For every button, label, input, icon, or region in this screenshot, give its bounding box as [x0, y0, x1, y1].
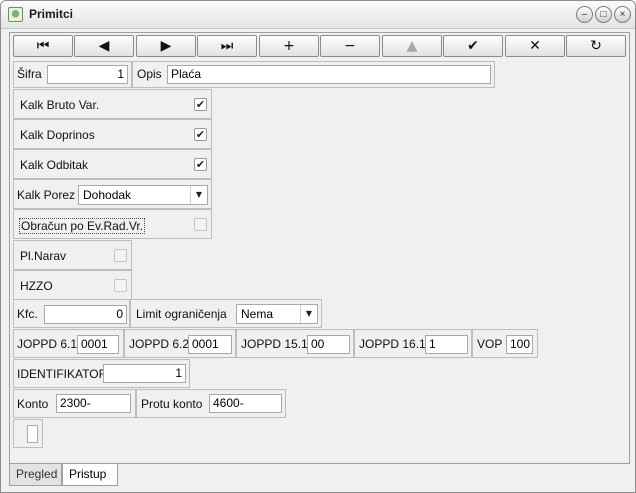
identifikator-label: IDENTIFIKATOR — [17, 367, 108, 381]
x-icon: ✕ — [529, 38, 541, 54]
cancel-edit-button[interactable]: ✕ — [505, 35, 565, 57]
joppd161-panel: JOPPD 16.1 1 — [354, 329, 472, 358]
pl-narav-checkbox[interactable] — [114, 249, 127, 262]
joppd151-label: JOPPD 15.1 — [241, 337, 308, 351]
konto-input[interactable]: 2300- — [56, 394, 131, 413]
identifikator-panel: IDENTIFIKATOR 1 — [13, 359, 190, 388]
chevron-down-icon[interactable]: ▼ — [300, 305, 317, 323]
kalk-porez-select[interactable]: Dohodak ▼ — [78, 185, 208, 205]
kalk-odbitak-row: Kalk Odbitak ✔ — [13, 149, 212, 179]
kalk-bruto-var-row: Kalk Bruto Var. ✔ — [13, 89, 212, 119]
next-icon: ▶ — [160, 38, 172, 54]
extra-field[interactable] — [27, 425, 38, 443]
joppd151-input[interactable]: 00 — [307, 335, 350, 354]
kalk-porez-label: Kalk Porez — [17, 188, 76, 202]
save-record-button[interactable]: ✔ — [443, 35, 503, 57]
hzzo-row: HZZO — [13, 270, 132, 300]
protu-konto-input[interactable]: 4600- — [209, 394, 282, 413]
joppd62-label: JOPPD 6.2 — [129, 337, 190, 351]
limit-value: Nema — [241, 307, 274, 321]
next-record-button[interactable]: ▶ — [136, 35, 196, 57]
extra-panel — [13, 419, 43, 448]
up-triangle-icon: ▲ — [406, 38, 418, 54]
obracun-ev-checkbox[interactable] — [194, 218, 207, 231]
vop-label: VOP — [477, 337, 503, 351]
sifra-label: Šifra — [17, 67, 42, 81]
last-icon: ⏭ — [220, 38, 234, 54]
opis-panel: Opis Plaća — [132, 61, 495, 88]
sifra-panel: Šifra 1 — [13, 61, 132, 88]
add-record-button[interactable]: + — [259, 35, 319, 57]
joppd151-panel: JOPPD 15.1 00 — [236, 329, 354, 358]
kalk-doprinos-label: Kalk Doprinos — [20, 128, 95, 142]
joppd61-input[interactable]: 0001 — [77, 335, 119, 354]
kalk-odbitak-label: Kalk Odbitak — [20, 158, 89, 172]
opis-label: Opis — [137, 67, 162, 81]
opis-input[interactable]: Plaća — [167, 65, 491, 84]
sifra-input[interactable]: 1 — [47, 65, 128, 84]
app-window: Primitci – □ × ⏮ ◀ ▶ ⏭ + − ▲ ✔ ✕ ↻ Šifra… — [0, 0, 636, 493]
refresh-button[interactable]: ↻ — [566, 35, 626, 57]
kfc-label: Kfc. — [17, 307, 38, 321]
previous-icon: ◀ — [98, 38, 110, 54]
first-icon: ⏮ — [36, 38, 50, 54]
kfc-input[interactable]: 0 — [44, 305, 127, 324]
maximize-button[interactable]: □ — [595, 6, 612, 23]
title-bar[interactable]: Primitci – □ × — [1, 1, 635, 29]
window-title: Primitci — [29, 7, 74, 21]
hzzo-label: HZZO — [20, 279, 53, 293]
kalk-porez-value: Dohodak — [83, 188, 132, 202]
protu-konto-panel: Protu konto 4600- — [136, 389, 286, 418]
last-record-button[interactable]: ⏭ — [197, 35, 257, 57]
plus-icon: + — [283, 38, 295, 54]
first-record-button[interactable]: ⏮ — [13, 35, 73, 57]
refresh-icon: ↻ — [590, 38, 602, 54]
limit-select[interactable]: Nema ▼ — [236, 304, 318, 324]
konto-panel: Konto 2300- — [13, 389, 136, 418]
previous-record-button[interactable]: ◀ — [74, 35, 134, 57]
hzzo-checkbox[interactable] — [114, 279, 127, 292]
obracun-ev-row: Obračun po Ev.Rad.Vr. — [13, 209, 212, 239]
joppd62-input[interactable]: 0001 — [188, 335, 232, 354]
edit-record-button[interactable]: ▲ — [382, 35, 442, 57]
protu-konto-label: Protu konto — [141, 397, 203, 411]
joppd61-panel: JOPPD 6.1 0001 — [13, 329, 124, 358]
kalk-doprinos-row: Kalk Doprinos ✔ — [13, 119, 212, 149]
joppd161-input[interactable]: 1 — [425, 335, 468, 354]
delete-record-button[interactable]: − — [320, 35, 380, 57]
checkmark-icon: ✔ — [467, 38, 479, 54]
pl-narav-row: Pl.Narav — [13, 240, 132, 270]
limit-label: Limit ograničenja — [136, 307, 227, 321]
vop-panel: VOP 100 — [472, 329, 538, 358]
tab-pristup[interactable]: Pristup — [62, 464, 118, 486]
pl-narav-label: Pl.Narav — [20, 249, 67, 263]
kalk-doprinos-checkbox[interactable]: ✔ — [194, 128, 207, 141]
limit-panel: Limit ograničenja Nema ▼ — [130, 299, 322, 328]
app-icon — [8, 7, 23, 22]
konto-label: Konto — [17, 397, 49, 411]
minus-icon: − — [344, 38, 356, 54]
kalk-bruto-var-label: Kalk Bruto Var. — [20, 98, 100, 112]
joppd61-label: JOPPD 6.1 — [17, 337, 78, 351]
chevron-down-icon[interactable]: ▼ — [190, 186, 207, 204]
obracun-ev-label: Obračun po Ev.Rad.Vr. — [19, 218, 146, 234]
tab-pregled[interactable]: Pregled — [9, 464, 62, 486]
vop-input[interactable]: 100 — [506, 335, 533, 354]
joppd62-panel: JOPPD 6.2 0001 — [124, 329, 236, 358]
kalk-bruto-var-checkbox[interactable]: ✔ — [194, 98, 207, 111]
joppd161-label: JOPPD 16.1 — [359, 337, 426, 351]
kalk-odbitak-checkbox[interactable]: ✔ — [194, 158, 207, 171]
kalk-porez-row: Kalk Porez Dohodak ▼ — [13, 179, 212, 209]
kfc-panel: Kfc. 0 — [13, 299, 130, 328]
close-button[interactable]: × — [614, 6, 631, 23]
identifikator-input[interactable]: 1 — [103, 364, 186, 383]
minimize-button[interactable]: – — [576, 6, 593, 23]
